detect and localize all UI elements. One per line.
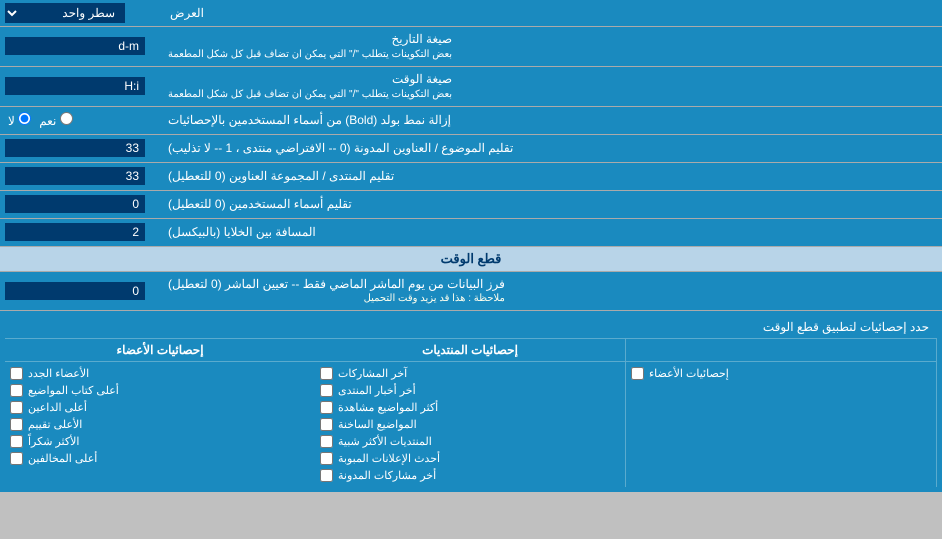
list-item: أخر مشاركات المدونة (320, 467, 620, 484)
list-item: أعلى كتاب المواضيع (10, 382, 310, 399)
cell-spacing-label: المسافة بين الخلايا (بالبيكسل) (160, 219, 942, 246)
list-item: أخر أخبار المنتدى (320, 382, 620, 399)
topic-titles-label: تقليم الموضوع / العناوين المدونة (0 -- ا… (160, 135, 942, 162)
realtime-filter-input[interactable] (5, 282, 145, 300)
list-item: المنتديات الأكثر شبية (320, 433, 620, 450)
display-row: العرض سطر واحد سطران ثلاثة أسطر (0, 0, 942, 27)
radio-no[interactable] (18, 112, 31, 125)
topic-titles-input[interactable] (5, 139, 145, 157)
date-format-label: صيغة التاريخ بعض التكوينات يتطلب "/" الت… (160, 27, 942, 66)
checkbox-col2-2[interactable] (320, 401, 333, 414)
forum-titles-label: تقليم المنتدى / المجموعة العناوين (0 للت… (160, 163, 942, 190)
limit-label: حدد إحصائيات لتطبيق قطع الوقت (13, 320, 929, 334)
bold-remove-label: إزالة نمط بولد (Bold) من أسماء المستخدمي… (160, 107, 942, 134)
display-select[interactable]: سطر واحد سطران ثلاثة أسطر (5, 3, 125, 23)
stats-section: حدد إحصائيات لتطبيق قطع الوقت إحصائيات ا… (0, 311, 942, 492)
time-format-input-cell (0, 67, 160, 106)
realtime-filter-label: فرز البيانات من يوم الماشر الماضي فقط --… (160, 272, 942, 311)
checkboxes-body: إحصائيات الأعضاء آخر المشاركات أخر أخبار… (5, 362, 937, 487)
date-format-row: صيغة التاريخ بعض التكوينات يتطلب "/" الت… (0, 27, 942, 67)
topic-titles-row: تقليم الموضوع / العناوين المدونة (0 -- ا… (0, 135, 942, 163)
realtime-section-header: قطع الوقت (0, 247, 942, 272)
checkbox-col2-4[interactable] (320, 435, 333, 448)
col2-header: إحصائيات المنتديات (315, 339, 626, 361)
cell-spacing-input[interactable] (5, 223, 145, 241)
checkbox-col2-0[interactable] (320, 367, 333, 380)
cell-spacing-row: المسافة بين الخلايا (بالبيكسل) (0, 219, 942, 247)
forum-titles-row: تقليم المنتدى / المجموعة العناوين (0 للت… (0, 163, 942, 191)
checkbox-col2-1[interactable] (320, 384, 333, 397)
col1-header: إحصائيات الأعضاء (5, 339, 315, 361)
checkbox-col3-0[interactable] (631, 367, 644, 380)
list-item: أحدث الإعلانات المبوبة (320, 450, 620, 467)
col1-items: الأعضاء الجدد أعلى كتاب المواضيع أعلى ال… (5, 362, 315, 487)
radio-no-label: لا (8, 112, 31, 128)
checkbox-col1-4[interactable] (10, 435, 23, 448)
list-item: المواضيع الساخنة (320, 416, 620, 433)
topic-titles-input-cell (0, 135, 160, 162)
bold-remove-row: إزالة نمط بولد (Bold) من أسماء المستخدمي… (0, 107, 942, 135)
radio-yes-label: نعم (39, 112, 72, 128)
checkbox-col1-2[interactable] (10, 401, 23, 414)
user-names-row: تقليم أسماء المستخدمين (0 للتعطيل) (0, 191, 942, 219)
display-label: العرض (160, 0, 942, 26)
col3-items: إحصائيات الأعضاء (626, 362, 937, 487)
checkbox-col2-6[interactable] (320, 469, 333, 482)
col3-header (626, 339, 937, 361)
list-item: الأعلى تقييم (10, 416, 310, 433)
cell-spacing-input-cell (0, 219, 160, 246)
checkbox-col1-5[interactable] (10, 452, 23, 465)
list-item: آخر المشاركات (320, 365, 620, 382)
list-item: الأعضاء الجدد (10, 365, 310, 382)
list-item: الأكثر شكراً (10, 433, 310, 450)
limit-row: حدد إحصائيات لتطبيق قطع الوقت (5, 316, 937, 339)
time-format-input[interactable] (5, 77, 145, 95)
realtime-filter-row: فرز البيانات من يوم الماشر الماضي فقط --… (0, 272, 942, 312)
time-format-row: صيغة الوقت بعض التكوينات يتطلب "/" التي … (0, 67, 942, 107)
bold-remove-radio-cell: نعم لا (0, 107, 160, 134)
time-format-label: صيغة الوقت بعض التكوينات يتطلب "/" التي … (160, 67, 942, 106)
checkbox-col1-0[interactable] (10, 367, 23, 380)
col2-items: آخر المشاركات أخر أخبار المنتدى أكثر الم… (315, 362, 626, 487)
display-select-cell[interactable]: سطر واحد سطران ثلاثة أسطر (0, 0, 160, 26)
checkboxes-headers: إحصائيات المنتديات إحصائيات الأعضاء (5, 339, 937, 362)
checkbox-col1-1[interactable] (10, 384, 23, 397)
user-names-label: تقليم أسماء المستخدمين (0 للتعطيل) (160, 191, 942, 218)
checkbox-col1-3[interactable] (10, 418, 23, 431)
user-names-input-cell (0, 191, 160, 218)
checkbox-col2-5[interactable] (320, 452, 333, 465)
date-format-input[interactable] (5, 37, 145, 55)
list-item: إحصائيات الأعضاء (631, 365, 931, 382)
list-item: أكثر المواضيع مشاهدة (320, 399, 620, 416)
user-names-input[interactable] (5, 195, 145, 213)
forum-titles-input[interactable] (5, 167, 145, 185)
list-item: أعلى الداعين (10, 399, 310, 416)
realtime-filter-input-cell (0, 272, 160, 311)
checkbox-col2-3[interactable] (320, 418, 333, 431)
forum-titles-input-cell (0, 163, 160, 190)
list-item: أعلى المخالفين (10, 450, 310, 467)
date-format-input-cell (0, 27, 160, 66)
radio-yes[interactable] (60, 112, 73, 125)
